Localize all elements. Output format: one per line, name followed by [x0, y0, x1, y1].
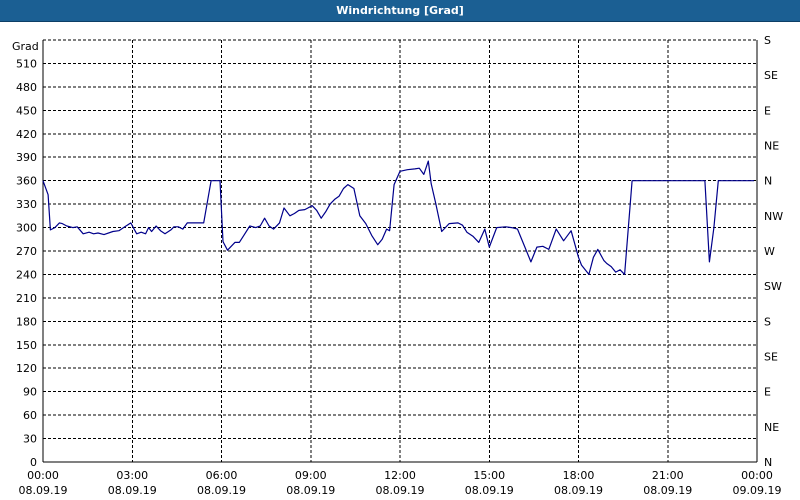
x-tick-date: 08.09.19	[643, 484, 692, 497]
chart-window: Windrichtung [Grad] Grad 0 30 60 90 120 150 180…	[0, 0, 800, 500]
y-tick-label: 90	[23, 386, 37, 399]
y-tick-label: 120	[16, 362, 37, 375]
y2-tick-label: NW	[764, 210, 783, 223]
y2-tick-label: SE	[764, 351, 778, 364]
y2-tick-label: N	[764, 175, 772, 188]
y-tick-label: 300	[16, 222, 37, 235]
wind-direction-chart: Grad 0 30 60 90 120 150 180 210 240 270 300 330 360 39…	[12, 34, 783, 497]
x-tick-date: 08.09.19	[108, 484, 157, 497]
x-tick-time: 00:00	[741, 469, 773, 482]
y2-tick-label: SW	[764, 280, 782, 293]
y-tick-label: 360	[16, 175, 37, 188]
y-tick-label: 480	[16, 81, 37, 94]
x-tick-date: 08.09.19	[465, 484, 514, 497]
y-tick-label: 330	[16, 198, 37, 211]
y2-tick-label: W	[764, 245, 775, 258]
x-tick-date: 08.09.19	[286, 484, 335, 497]
y-tick-label: 150	[16, 339, 37, 352]
x-tick-date: 08.09.19	[554, 484, 603, 497]
y-tick-label: 210	[16, 292, 37, 305]
y-tick-label: 30	[23, 433, 37, 446]
x-tick-time: 21:00	[652, 469, 684, 482]
y2-tick-label: S	[764, 34, 771, 47]
x-tick-time: 06:00	[206, 469, 238, 482]
y-axis-label: Grad	[12, 40, 39, 53]
x-tick-date: 09.09.19	[733, 484, 782, 497]
y2-tick-label: E	[764, 104, 771, 117]
y2-tick-label: N	[764, 456, 772, 469]
y-tick-label: 510	[16, 57, 37, 70]
y2-tick-label: NE	[764, 421, 779, 434]
x-tick-time: 12:00	[384, 469, 416, 482]
series-line	[42, 160, 754, 275]
y2-tick-label: SE	[764, 69, 778, 82]
y-tick-label: 60	[23, 409, 37, 422]
y-tick-label: 0	[30, 456, 37, 469]
y-tick-label: 270	[16, 245, 37, 258]
y2-tick-label: S	[764, 315, 771, 328]
y2-tick-label: E	[764, 386, 771, 399]
x-tick-date: 08.09.19	[376, 484, 425, 497]
x-tick-time: 03:00	[116, 469, 148, 482]
x-tick-date: 08.09.19	[19, 484, 68, 497]
y-tick-label: 420	[16, 128, 37, 141]
x-tick-date: 08.09.19	[197, 484, 246, 497]
x-tick-time: 18:00	[563, 469, 595, 482]
x-tick-time: 00:00	[27, 469, 59, 482]
y2-tick-label: NE	[764, 140, 779, 153]
y-tick-label: 180	[16, 315, 37, 328]
y-tick-label: 390	[16, 151, 37, 164]
x-tick-time: 15:00	[473, 469, 505, 482]
y-tick-label: 450	[16, 104, 37, 117]
y-tick-label: 240	[16, 268, 37, 281]
x-tick-time: 09:00	[295, 469, 327, 482]
